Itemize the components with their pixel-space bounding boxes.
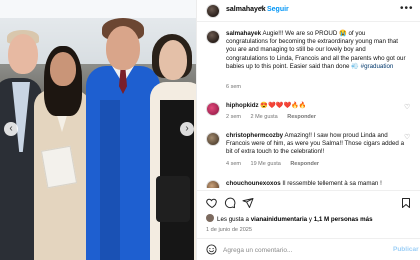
avatar[interactable] (206, 180, 220, 188)
comment-text: hiphopkidz 😍❤️❤️❤️🔥🔥 (226, 102, 408, 110)
comment-username[interactable]: christophermcozby (226, 132, 283, 139)
comment-body: 😍❤️❤️❤️🔥🔥 (260, 102, 307, 109)
comment-likes[interactable]: 2 Me gusta (251, 114, 278, 120)
post-date: 1 de junio de 2025 (206, 227, 253, 233)
avatar[interactable] (206, 132, 220, 146)
reply-button[interactable]: Responder (290, 161, 319, 167)
separator-dot: • (260, 5, 263, 12)
comment-meta: 4 sem 19 Me gusta Responder (226, 161, 327, 167)
post-side-panel: salmahayek • Seguir ••• salmahayek Augie… (196, 0, 420, 260)
heart-icon[interactable]: ♡ (404, 133, 410, 141)
hashtag-link[interactable]: #graduation (361, 63, 394, 70)
comment-text: christophermcozby Amazing!! I saw how pr… (226, 132, 408, 157)
caption-block: salmahayek Augie!!! We are so PROUD 😭 of… (197, 28, 420, 98)
comment-meta: 2 sem 2 Me gusta Responder (226, 114, 324, 120)
post-photo[interactable]: ‹ › (0, 0, 196, 260)
caption-time: 6 sem (226, 84, 241, 90)
likes-prefix: Les gusta a (217, 216, 249, 223)
comment-input[interactable] (223, 244, 383, 256)
person-man-head (8, 34, 38, 74)
heart-icon[interactable]: ♡ (404, 103, 410, 111)
person-woman-head (50, 52, 76, 86)
comment-icon[interactable] (224, 197, 236, 209)
more-options-icon[interactable]: ••• (400, 3, 414, 14)
publish-button[interactable]: Publicar (393, 246, 419, 253)
person-graduate (86, 66, 160, 260)
emoji-icon[interactable] (206, 244, 217, 255)
photo-ceiling (0, 0, 196, 18)
comment-text: chouchounexoxos Il ressemble tellement à… (226, 180, 408, 188)
likes-user[interactable]: vianainidumentaria (251, 216, 307, 223)
likes-connector: y (308, 216, 312, 223)
graduate-gown-shade (100, 100, 120, 260)
chevron-left-icon[interactable]: ‹ (4, 122, 18, 136)
caption-username[interactable]: salmahayek (226, 30, 261, 37)
bookmark-icon[interactable] (400, 197, 412, 209)
graduate-head (106, 26, 140, 70)
reply-button[interactable]: Responder (287, 114, 316, 120)
share-icon[interactable] (242, 197, 254, 209)
heart-icon[interactable] (206, 197, 218, 209)
comment-body: Il ressemble tellement à sa maman ! (282, 180, 382, 187)
follow-button[interactable]: Seguir (267, 6, 289, 13)
avatar[interactable] (206, 30, 220, 44)
avatar[interactable] (206, 102, 220, 116)
comment-username[interactable]: chouchounexoxos (226, 180, 281, 187)
likes-summary[interactable]: Les gusta a vianainidumentaria y 1,1 M p… (206, 214, 416, 224)
post-actions: Les gusta a vianainidumentaria y 1,1 M p… (197, 190, 420, 238)
comment-time: 4 sem (226, 161, 241, 167)
comment-likes[interactable]: 19 Me gusta (251, 161, 281, 167)
comment-username[interactable]: hiphopkidz (226, 102, 259, 109)
caption-meta: 6 sem (226, 84, 249, 90)
comments-list[interactable]: salmahayek Augie!!! We are so PROUD 😭 of… (197, 26, 420, 188)
likes-count[interactable]: 1,1 M personas más (314, 216, 373, 223)
avatar[interactable] (206, 4, 220, 18)
person-woman-right-head (159, 40, 187, 80)
chevron-right-icon[interactable]: › (180, 122, 194, 136)
add-comment-bar: Publicar (197, 238, 420, 260)
avatar (206, 214, 214, 222)
comment-time: 2 sem (226, 114, 241, 120)
caption-text: salmahayek Augie!!! We are so PROUD 😭 of… (226, 30, 408, 71)
post-header: salmahayek • Seguir ••• (197, 0, 420, 22)
diploma-folder (40, 145, 78, 189)
handbag (156, 176, 190, 222)
